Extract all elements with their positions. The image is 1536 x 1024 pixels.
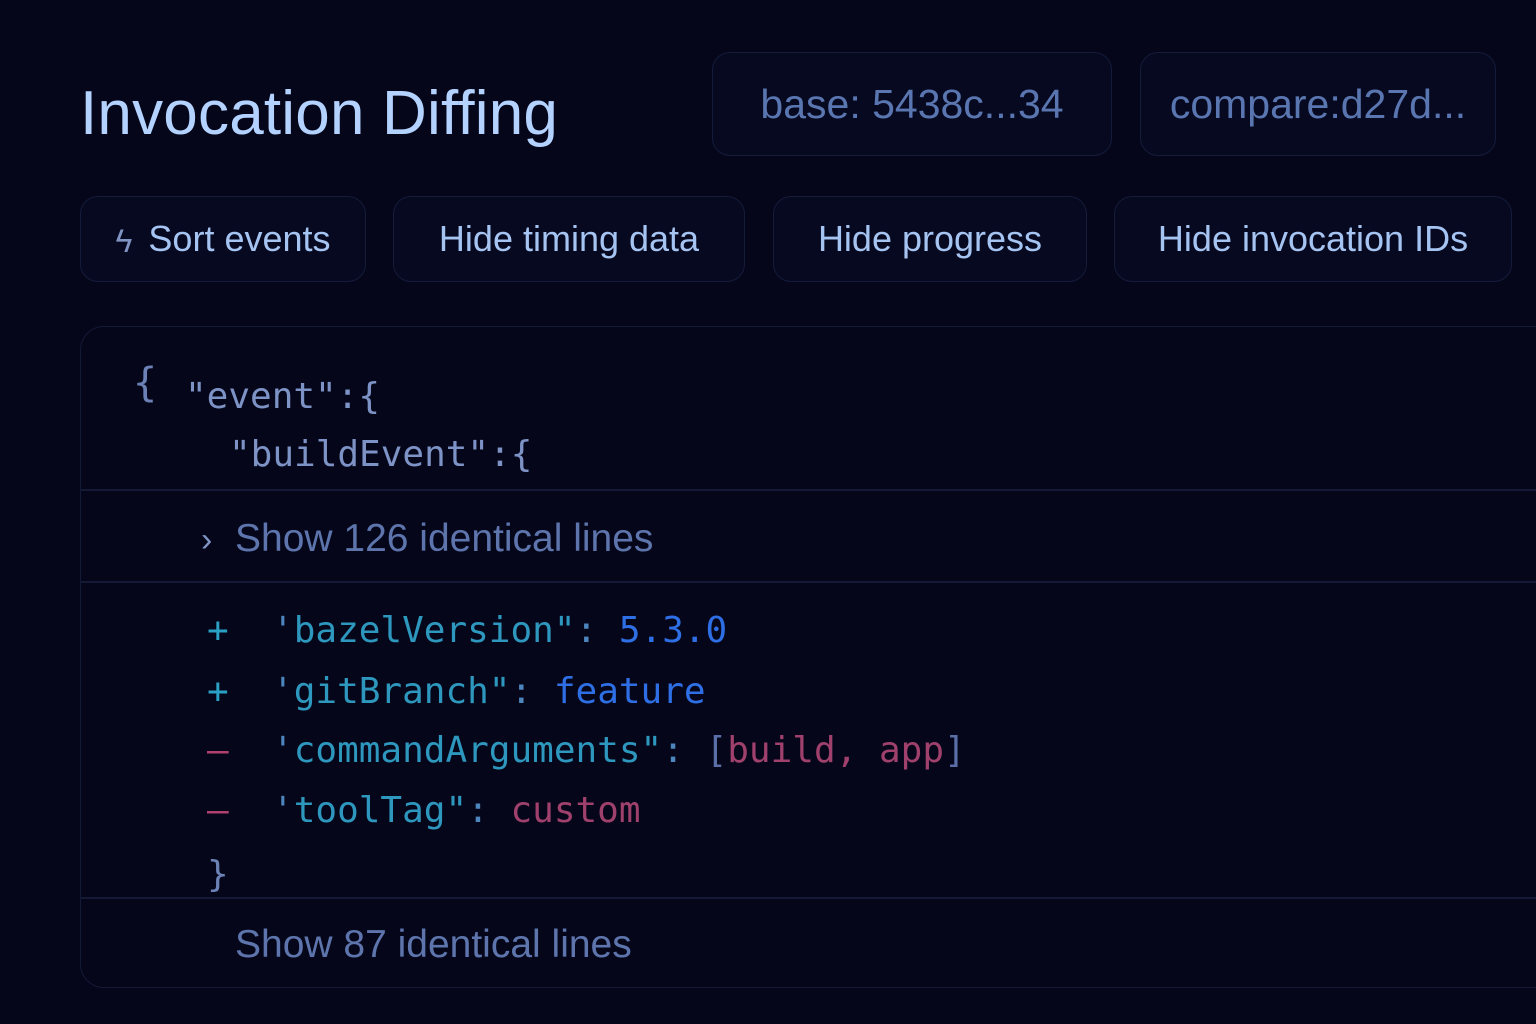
base-invocation-label: base: 5438c...34	[760, 80, 1064, 127]
colon: :	[662, 730, 706, 771]
diff-key: bazelVersion"	[293, 610, 576, 651]
diff-value: build, app	[727, 730, 944, 771]
base-invocation-chip[interactable]: base: 5438c...34	[712, 52, 1112, 156]
colon: :	[510, 671, 554, 712]
chevron-right-icon: ›	[201, 521, 213, 559]
hide-invocation-ids-button[interactable]: Hide invocation IDs	[1114, 196, 1512, 282]
added-marker: +	[207, 671, 229, 712]
show-identical-lines-top[interactable]: › Show 126 identical lines	[201, 515, 653, 564]
diff-value: feature	[553, 671, 706, 712]
diff-value: custom	[510, 790, 641, 831]
show-identical-lines-label: Show 87 identical lines	[235, 923, 632, 966]
diff-line-removed: – 'toolTag": custom	[207, 789, 641, 833]
sort-icon: ϟ	[115, 222, 133, 259]
hide-progress-button[interactable]: Hide progress	[773, 196, 1087, 282]
diff-line-added: + 'gitBranch": feature	[207, 670, 706, 714]
colon: :	[575, 610, 619, 651]
diff-line-removed: – 'commandArguments": [build, app]	[207, 729, 966, 773]
quote-mark: '	[272, 730, 294, 771]
added-marker: +	[207, 610, 229, 651]
event-key-line: "event":{	[185, 376, 381, 417]
sort-events-label: Sort events	[148, 218, 331, 259]
diff-key: gitBranch"	[293, 671, 511, 712]
compare-invocation-chip[interactable]: compare:d27d...	[1140, 52, 1496, 156]
build-event-key-line: "buildEvent":{	[229, 434, 533, 475]
show-identical-lines-label: Show 126 identical lines	[235, 517, 654, 560]
divider	[81, 897, 1536, 899]
colon: :	[467, 790, 511, 831]
hide-progress-label: Hide progress	[817, 218, 1043, 259]
divider	[81, 581, 1536, 583]
open-brace: {	[133, 360, 158, 406]
divider	[81, 489, 1536, 491]
hide-timing-data-label: Hide timing data	[438, 218, 700, 259]
bracket-open: [	[705, 730, 728, 771]
close-brace: }	[207, 854, 229, 895]
hide-invocation-ids-label: Hide invocation IDs	[1157, 218, 1469, 259]
quote-mark: '	[272, 610, 294, 651]
diff-value: 5.3.0	[618, 610, 728, 651]
diff-line-added: + 'bazelVersion": 5.3.0	[207, 609, 727, 653]
quote-mark: '	[272, 790, 294, 831]
compare-invocation-label: compare:d27d...	[1169, 80, 1467, 127]
quote-mark: '	[272, 671, 294, 712]
removed-marker: –	[207, 790, 229, 831]
removed-marker: –	[207, 730, 229, 771]
show-identical-lines-bottom[interactable]: Show 87 identical lines	[235, 921, 632, 969]
sort-events-button[interactable]: ϟ Sort events	[80, 196, 366, 282]
diff-key: toolTag"	[293, 790, 468, 831]
diff-key: commandArguments"	[293, 730, 663, 771]
bracket-close: ]	[944, 730, 966, 771]
hide-timing-data-button[interactable]: Hide timing data	[393, 196, 745, 282]
diff-panel: { "event":{ "buildEvent":{ › Show 126 ide…	[80, 326, 1536, 988]
page-title: Invocation Diffing	[80, 79, 559, 148]
